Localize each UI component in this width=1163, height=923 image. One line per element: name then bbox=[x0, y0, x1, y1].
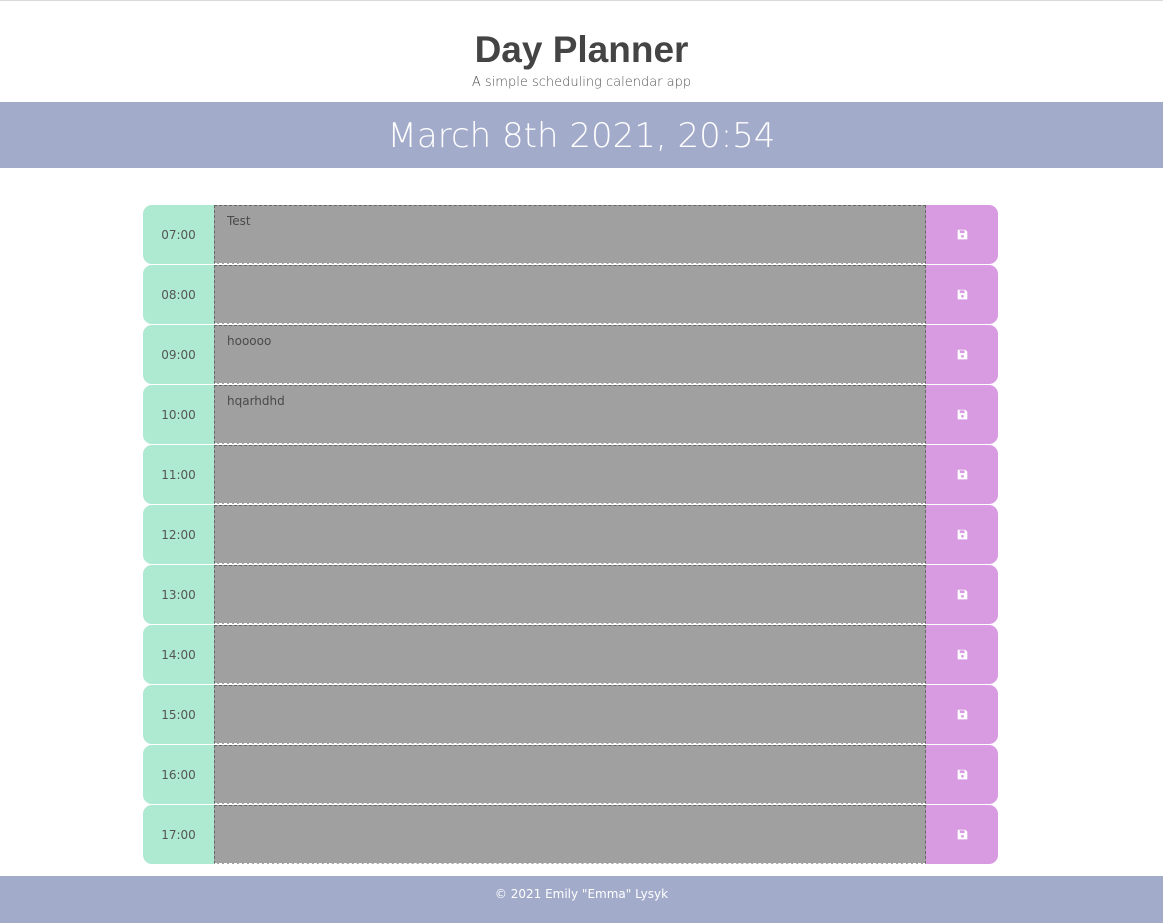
save-icon bbox=[957, 649, 968, 660]
save-button[interactable] bbox=[926, 325, 998, 384]
save-button[interactable] bbox=[926, 265, 998, 324]
save-icon bbox=[957, 289, 968, 300]
event-textarea[interactable] bbox=[214, 265, 926, 324]
save-button[interactable] bbox=[926, 685, 998, 744]
hour-label: 07:00 bbox=[143, 205, 214, 264]
time-block-row: 09:00 hooooo bbox=[143, 325, 998, 384]
page-title: Day Planner bbox=[474, 29, 689, 70]
event-textarea[interactable] bbox=[214, 505, 926, 564]
event-textarea[interactable] bbox=[214, 685, 926, 744]
save-icon bbox=[957, 829, 968, 840]
time-block-row: 12:00 bbox=[143, 505, 998, 564]
save-icon bbox=[957, 229, 968, 240]
page-footer: © 2021 Emily "Emma" Lysyk bbox=[0, 876, 1163, 923]
time-block-row: 13:00 bbox=[143, 565, 998, 624]
event-textarea[interactable]: hooooo bbox=[214, 325, 926, 384]
time-block-row: 11:00 bbox=[143, 445, 998, 504]
save-button[interactable] bbox=[926, 745, 998, 804]
page-header: Day Planner A simple scheduling calendar… bbox=[0, 1, 1163, 102]
planner-grid: 07:00 Test 08:00 09:00 hooooo 10:00 hqarhdhd 11… bbox=[143, 205, 998, 865]
time-block-row: 17:00 bbox=[143, 805, 998, 864]
save-button[interactable] bbox=[926, 505, 998, 564]
save-icon bbox=[957, 349, 968, 360]
time-block-row: 16:00 bbox=[143, 745, 998, 804]
hour-label: 17:00 bbox=[143, 805, 214, 864]
hour-label: 11:00 bbox=[143, 445, 214, 504]
time-block-row: 08:00 bbox=[143, 265, 998, 324]
current-date-banner: March 8th 2021, 20:54 bbox=[0, 102, 1163, 168]
save-button[interactable] bbox=[926, 625, 998, 684]
hour-label: 09:00 bbox=[143, 325, 214, 384]
event-textarea[interactable]: hqarhdhd bbox=[214, 385, 926, 444]
event-textarea[interactable] bbox=[214, 745, 926, 804]
save-button[interactable] bbox=[926, 385, 998, 444]
save-button[interactable] bbox=[926, 565, 998, 624]
hour-label: 14:00 bbox=[143, 625, 214, 684]
hour-label: 10:00 bbox=[143, 385, 214, 444]
save-icon bbox=[957, 709, 968, 720]
save-button[interactable] bbox=[926, 445, 998, 504]
save-icon bbox=[957, 469, 968, 480]
hour-label: 16:00 bbox=[143, 745, 214, 804]
event-textarea[interactable]: Test bbox=[214, 205, 926, 264]
hour-label: 08:00 bbox=[143, 265, 214, 324]
time-block-row: 14:00 bbox=[143, 625, 998, 684]
save-button[interactable] bbox=[926, 205, 998, 264]
event-textarea[interactable] bbox=[214, 565, 926, 624]
save-button[interactable] bbox=[926, 805, 998, 864]
hour-label: 13:00 bbox=[143, 565, 214, 624]
hour-label: 12:00 bbox=[143, 505, 214, 564]
save-icon bbox=[957, 529, 968, 540]
time-block-row: 07:00 Test bbox=[143, 205, 998, 264]
hour-label: 15:00 bbox=[143, 685, 214, 744]
event-textarea[interactable] bbox=[214, 445, 926, 504]
event-textarea[interactable] bbox=[214, 625, 926, 684]
time-block-row: 10:00 hqarhdhd bbox=[143, 385, 998, 444]
page-subtitle: A simple scheduling calendar app bbox=[471, 75, 692, 90]
time-block-row: 15:00 bbox=[143, 685, 998, 744]
event-textarea[interactable] bbox=[214, 805, 926, 864]
save-icon bbox=[957, 769, 968, 780]
save-icon bbox=[957, 589, 968, 600]
save-icon bbox=[957, 409, 968, 420]
